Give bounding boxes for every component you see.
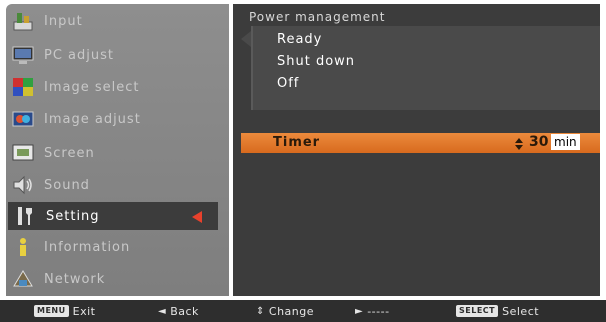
option-ready[interactable]: Ready (277, 32, 322, 47)
next-label: ----- (367, 304, 390, 318)
menu-item-setting[interactable]: Setting (8, 202, 218, 230)
pc-adjust-icon (10, 43, 36, 67)
menu-label: Input (44, 13, 83, 29)
timer-unit: min (551, 134, 580, 150)
image-adjust-icon (10, 107, 36, 131)
active-pointer-icon (192, 211, 202, 223)
menu-label: Image select (44, 79, 140, 95)
setting-icon (12, 204, 38, 228)
menu-item-image-select[interactable]: Image select (6, 72, 229, 102)
power-management-panel: Power management Ready Shut down Off Tim… (233, 4, 600, 296)
projector-osd: Input PC adjust Image select Image adjus… (0, 0, 606, 322)
change-label: Change (268, 304, 315, 318)
select-hint: SELECT Select (456, 303, 539, 319)
menu-item-information[interactable]: Information (6, 232, 229, 262)
menu-label: Information (44, 239, 131, 255)
menu-item-image-adjust[interactable]: Image adjust (6, 104, 229, 134)
right-arrow-icon: ► (355, 305, 364, 317)
change-hint: ⇕ Change (256, 303, 314, 319)
timer-label: Timer (273, 135, 321, 150)
menu-item-screen[interactable]: Screen (6, 138, 229, 168)
power-mode-list: Ready Shut down Off (251, 26, 600, 110)
menu-item-sound[interactable]: Sound (6, 170, 229, 200)
menu-label: PC adjust (44, 47, 114, 63)
timer-row[interactable]: Timer 30 min (241, 133, 600, 153)
menu-label: Screen (44, 145, 95, 161)
input-icon (10, 9, 36, 33)
menu-label: Network (44, 271, 106, 287)
screen-icon (10, 141, 36, 165)
option-shut-down[interactable]: Shut down (277, 54, 355, 69)
up-down-icon: ⇕ (256, 305, 265, 317)
dropdown-pointer-icon (241, 31, 251, 47)
sound-icon (10, 173, 36, 197)
menu-label: Image adjust (44, 111, 141, 127)
left-arrow-icon: ◄ (158, 305, 167, 317)
information-icon (10, 235, 36, 259)
up-down-arrow-icon (514, 136, 524, 150)
exit-label: Exit (72, 304, 96, 318)
next-hint: ► ----- (355, 303, 390, 319)
menu-key-icon: MENU (34, 305, 69, 317)
select-label: Select (502, 304, 540, 318)
image-select-icon (10, 75, 36, 99)
option-off[interactable]: Off (277, 76, 299, 91)
menu-label: Sound (44, 177, 90, 193)
status-bar: MENU Exit ◄ Back ⇕ Change ► ----- SELECT… (0, 300, 606, 322)
timer-value[interactable]: 30 (529, 134, 548, 150)
menu-item-input[interactable]: Input (6, 6, 229, 36)
exit-hint: MENU Exit (34, 303, 95, 319)
panel-title: Power management (249, 10, 386, 24)
menu-item-network[interactable]: Network (6, 264, 229, 294)
menu-item-pc-adjust[interactable]: PC adjust (6, 40, 229, 70)
select-key-icon: SELECT (456, 305, 499, 317)
back-hint: ◄ Back (158, 303, 199, 319)
main-menu: Input PC adjust Image select Image adjus… (6, 4, 229, 296)
back-label: Back (170, 304, 199, 318)
network-icon (10, 267, 36, 291)
menu-label: Setting (46, 208, 100, 224)
